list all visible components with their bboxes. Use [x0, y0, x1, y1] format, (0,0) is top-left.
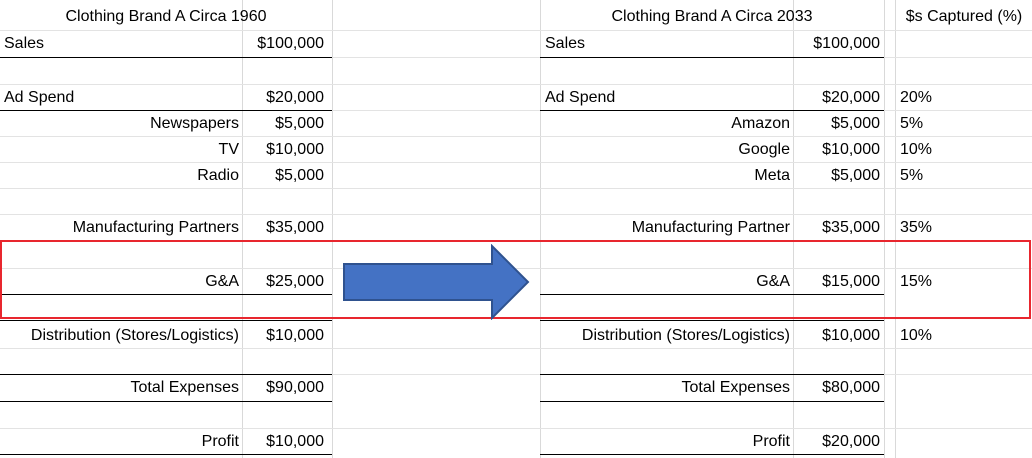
left-tv-value[interactable]: $10,000	[243, 137, 324, 163]
right-total-expenses-value[interactable]: $80,000	[794, 375, 880, 401]
left-profit-value[interactable]: $10,000	[243, 429, 324, 455]
column-gridline	[332, 0, 333, 458]
right-sales-label[interactable]: Sales	[545, 31, 785, 57]
left-radio-value[interactable]: $5,000	[243, 163, 324, 189]
column-gridline	[884, 0, 885, 458]
cell-border	[540, 320, 884, 321]
cell-border	[0, 57, 332, 58]
column-gridline	[895, 0, 896, 458]
captured-percent-header[interactable]: $s Captured (%)	[896, 4, 1032, 30]
right-manufacturing-pct[interactable]: 35%	[900, 215, 980, 241]
cell-border	[540, 401, 884, 402]
left-sales-value[interactable]: $100,000	[243, 31, 324, 57]
right-amazon-value[interactable]: $5,000	[794, 111, 880, 137]
spreadsheet-grid[interactable]: Clothing Brand A Circa 1960 Clothing Bra…	[0, 0, 1032, 458]
right-total-expenses-label[interactable]: Total Expenses	[540, 375, 790, 401]
right-profit-value[interactable]: $20,000	[794, 429, 880, 455]
right-amazon-pct[interactable]: 5%	[900, 111, 980, 137]
right-amazon-label[interactable]: Amazon	[540, 111, 790, 137]
right-google-value[interactable]: $10,000	[794, 137, 880, 163]
right-sales-value[interactable]: $100,000	[794, 31, 880, 57]
left-sales-label[interactable]: Sales	[4, 31, 234, 57]
left-total-expenses-label[interactable]: Total Expenses	[0, 375, 239, 401]
left-total-expenses-value[interactable]: $90,000	[243, 375, 324, 401]
right-table-title[interactable]: Clothing Brand A Circa 2033	[540, 4, 884, 30]
left-ad-spend-value[interactable]: $20,000	[243, 85, 324, 111]
right-distribution-value[interactable]: $10,000	[794, 323, 880, 349]
left-distribution-label[interactable]: Distribution (Stores/Logistics)	[0, 323, 239, 349]
right-meta-pct[interactable]: 5%	[900, 163, 980, 189]
right-ad-spend-value[interactable]: $20,000	[794, 85, 880, 111]
right-meta-label[interactable]: Meta	[540, 163, 790, 189]
left-distribution-value[interactable]: $10,000	[243, 323, 324, 349]
left-manufacturing-value[interactable]: $35,000	[243, 215, 324, 241]
left-newspapers-label[interactable]: Newspapers	[0, 111, 239, 137]
right-meta-value[interactable]: $5,000	[794, 163, 880, 189]
right-arrow-shape[interactable]	[343, 244, 530, 320]
left-ad-spend-label[interactable]: Ad Spend	[4, 85, 234, 111]
left-newspapers-value[interactable]: $5,000	[243, 111, 324, 137]
cell-border	[0, 401, 332, 402]
right-google-pct[interactable]: 10%	[900, 137, 980, 163]
cell-border	[0, 320, 332, 321]
right-ad-spend-label[interactable]: Ad Spend	[545, 85, 785, 111]
left-table-title[interactable]: Clothing Brand A Circa 1960	[0, 4, 332, 30]
right-manufacturing-value[interactable]: $35,000	[794, 215, 880, 241]
left-profit-label[interactable]: Profit	[0, 429, 239, 455]
right-manufacturing-label[interactable]: Manufacturing Partner	[540, 215, 790, 241]
right-profit-label[interactable]: Profit	[540, 429, 790, 455]
left-radio-label[interactable]: Radio	[0, 163, 239, 189]
right-distribution-label[interactable]: Distribution (Stores/Logistics)	[540, 323, 790, 349]
right-google-label[interactable]: Google	[540, 137, 790, 163]
left-tv-label[interactable]: TV	[0, 137, 239, 163]
left-manufacturing-label[interactable]: Manufacturing Partners	[0, 215, 239, 241]
right-arrow-icon[interactable]	[342, 244, 530, 320]
right-distribution-pct[interactable]: 10%	[900, 323, 980, 349]
cell-border	[540, 57, 884, 58]
right-ad-spend-pct[interactable]: 20%	[900, 85, 980, 111]
